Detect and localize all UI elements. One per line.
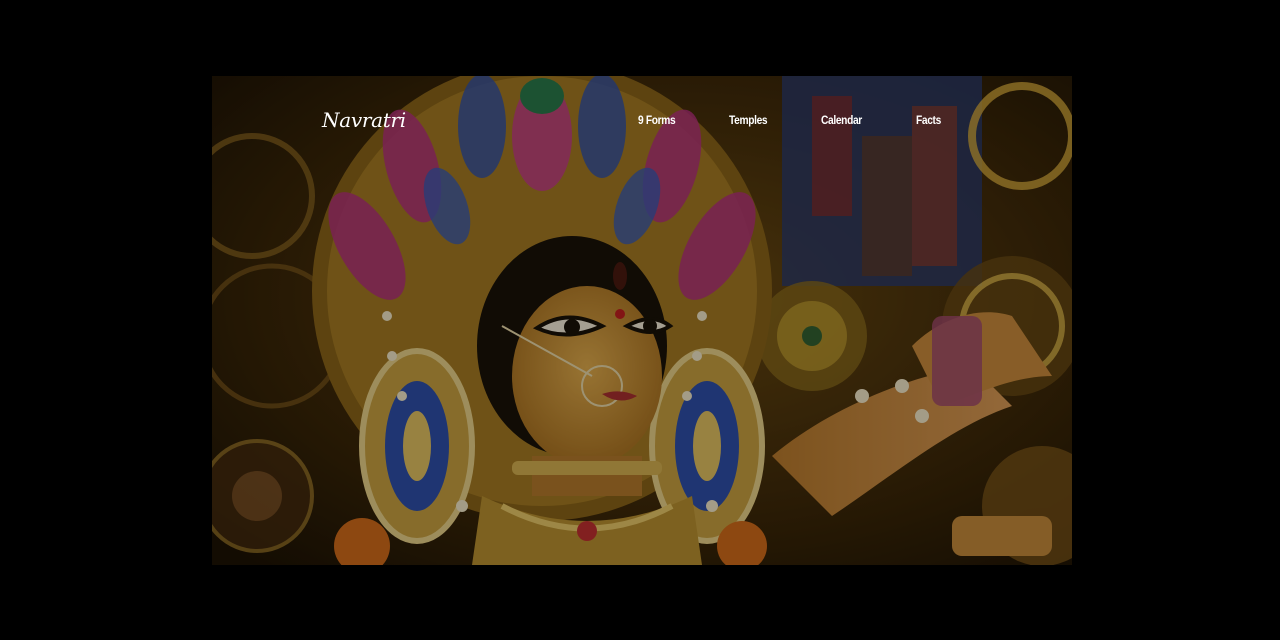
top-navbar: Navratri 9 Forms Temples Calendar Facts (212, 104, 1072, 136)
hero-banner: Navratri 9 Forms Temples Calendar Facts (212, 76, 1072, 565)
nav-link-temples[interactable]: Temples (729, 104, 768, 136)
nav-link-facts[interactable]: Facts (916, 104, 941, 136)
nav-link-calendar[interactable]: Calendar (821, 104, 862, 136)
site-logo[interactable]: Navratri (322, 104, 406, 136)
dark-overlay (212, 76, 1072, 565)
page: Navratri 9 Forms Temples Calendar Facts (0, 0, 1280, 640)
nav-link-9-forms[interactable]: 9 Forms (638, 104, 676, 136)
